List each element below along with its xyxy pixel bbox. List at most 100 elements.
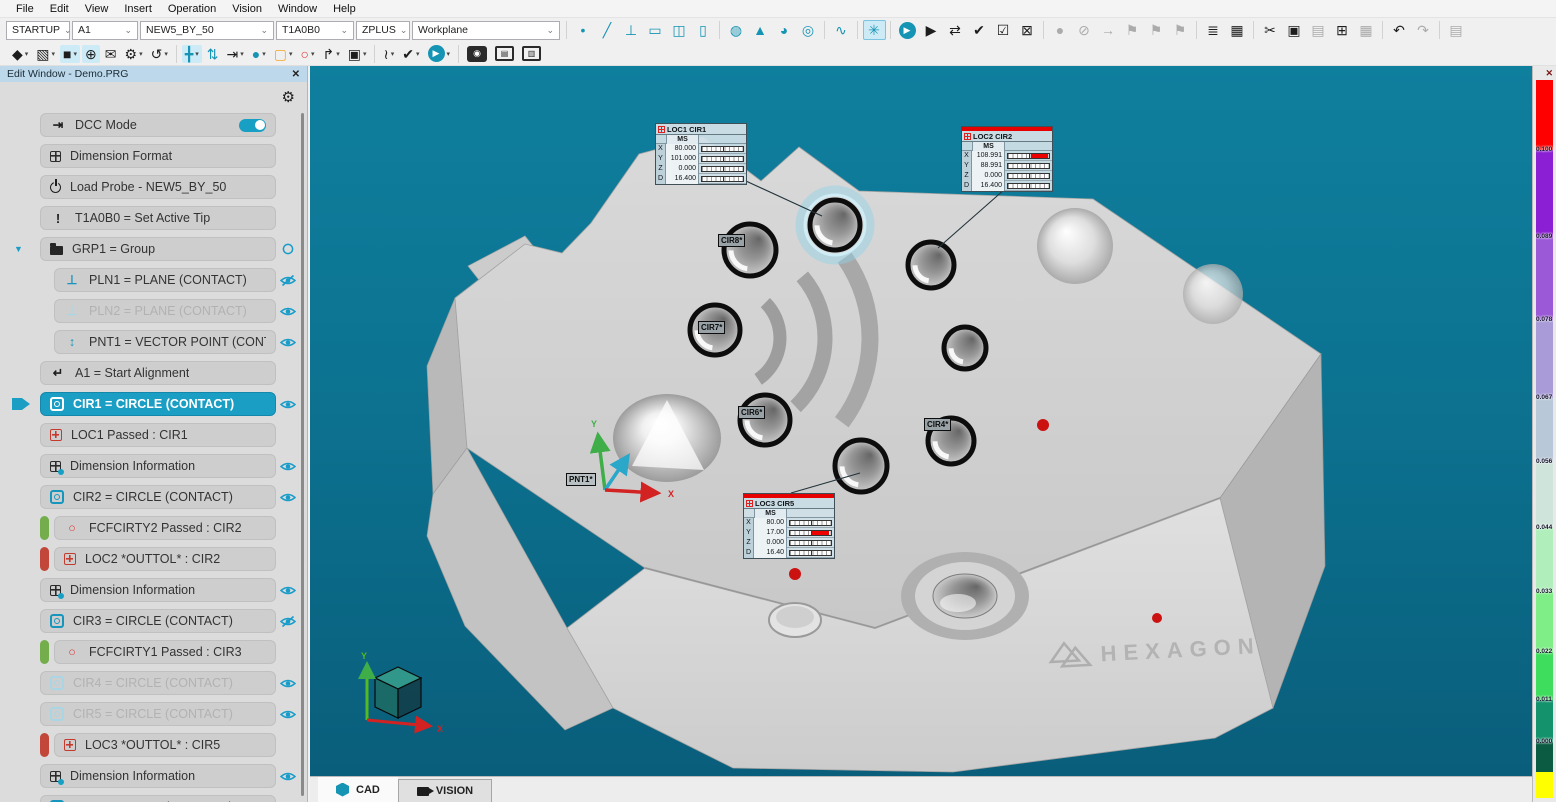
eye-icon[interactable] bbox=[276, 337, 300, 348]
rounded-slot-icon[interactable]: ▭ bbox=[644, 20, 667, 40]
command-pill[interactable]: ↵A1 = Start Alignment bbox=[40, 361, 276, 385]
sidebar-scrollbar[interactable] bbox=[301, 113, 304, 796]
execute-icon[interactable]: ▶ bbox=[896, 20, 919, 40]
measurement-label-loc2[interactable]: LOC2 CIR2MSX108.991Y88.991Z0.000D16.400 bbox=[961, 126, 1053, 192]
paste-special-icon[interactable]: ⊞ bbox=[1331, 20, 1354, 40]
sphere-feature-icon[interactable]: ◕ bbox=[773, 20, 796, 40]
command-pill[interactable]: ⇥DCC Mode bbox=[40, 113, 276, 137]
eye-icon[interactable] bbox=[276, 585, 300, 596]
measured-hole-8[interactable] bbox=[835, 440, 887, 492]
eye-icon[interactable] bbox=[276, 771, 300, 782]
close-icon[interactable]: ✕ bbox=[292, 69, 300, 80]
command-pill[interactable]: LOC1 Passed : CIR1 bbox=[40, 423, 276, 447]
cylinder-icon[interactable]: ◍ bbox=[725, 20, 748, 40]
circle-zone-icon[interactable]: ○▾ bbox=[298, 45, 318, 63]
confirm-icon[interactable]: ✔▾ bbox=[399, 45, 422, 63]
command-pill[interactable]: ⊥PLN1 = PLANE (CONTACT) bbox=[54, 268, 276, 292]
redo-icon[interactable]: ↷ bbox=[1412, 20, 1435, 40]
torus-icon[interactable]: ◎ bbox=[797, 20, 820, 40]
eye-icon[interactable] bbox=[276, 306, 300, 317]
copy-icon[interactable]: ▣ bbox=[1283, 20, 1306, 40]
execute-play-icon[interactable]: ▶▾ bbox=[425, 43, 454, 64]
report-check-icon[interactable]: ☑ bbox=[992, 20, 1015, 40]
feature-tag-cir6[interactable]: CIR6* bbox=[738, 406, 765, 419]
comment-icon[interactable]: ✉ bbox=[102, 45, 120, 63]
feature-tag-cir4[interactable]: CIR4* bbox=[924, 418, 951, 431]
command-pill[interactable]: !T1A0B0 = Set Active Tip bbox=[40, 206, 276, 230]
eye-icon[interactable] bbox=[276, 709, 300, 720]
eye-icon[interactable] bbox=[276, 461, 300, 472]
pan-icon[interactable]: ⊕ bbox=[82, 45, 100, 63]
probe-mode-icon[interactable]: ◆▾ bbox=[9, 45, 31, 63]
orientation-cube[interactable]: Y X bbox=[361, 651, 443, 734]
workplane-label-dropdown[interactable]: Workplane⌄ bbox=[412, 21, 560, 40]
menu-item-help[interactable]: Help bbox=[325, 2, 364, 16]
command-pill[interactable]: Load Probe - NEW5_BY_50 bbox=[40, 175, 276, 199]
probe-file-dropdown[interactable]: NEW5_BY_50⌄ bbox=[140, 21, 274, 40]
eye-icon[interactable] bbox=[276, 678, 300, 689]
cut-icon[interactable]: ✂ bbox=[1259, 20, 1282, 40]
command-pill[interactable]: CIR4 = CIRCLE (CONTACT) bbox=[40, 671, 276, 695]
graph-icon[interactable]: ↱▾ bbox=[319, 45, 342, 63]
command-pill[interactable]: Dimension Information bbox=[40, 578, 276, 602]
probe-axes-icon[interactable]: ⇅ bbox=[204, 45, 222, 63]
snapshot-icon[interactable]: ◉ bbox=[464, 44, 490, 64]
notch-icon[interactable]: ▯ bbox=[692, 20, 715, 40]
measured-hole-5[interactable] bbox=[944, 327, 986, 369]
plane-feature-icon[interactable]: ⊥ bbox=[620, 20, 643, 40]
menu-item-operation[interactable]: Operation bbox=[160, 2, 224, 16]
execute-from-icon[interactable]: ▶ bbox=[920, 20, 943, 40]
measured-hole-6[interactable] bbox=[740, 395, 790, 445]
active-tip-dropdown[interactable]: T1A0B0⌄ bbox=[276, 21, 354, 40]
command-pill[interactable]: Dimension Format bbox=[40, 144, 276, 168]
menu-item-window[interactable]: Window bbox=[270, 2, 325, 16]
skip-icon[interactable]: ⊘ bbox=[1073, 20, 1096, 40]
square-slot-icon[interactable]: ◫ bbox=[668, 20, 691, 40]
shaded-view-icon[interactable]: ■▾ bbox=[60, 45, 80, 63]
command-pill[interactable]: CIR3 = CIRCLE (CONTACT) bbox=[40, 609, 276, 633]
goto-icon[interactable]: → bbox=[1097, 20, 1120, 40]
feature-tag-pnt1[interactable]: PNT1* bbox=[566, 473, 596, 486]
measurement-label-loc1[interactable]: LOC1 CIR1MSX80.000Y101.000Z0.000D16.400 bbox=[655, 123, 747, 185]
measured-hole-1[interactable] bbox=[724, 224, 776, 276]
eye-icon[interactable] bbox=[276, 492, 300, 503]
measured-hole-3[interactable] bbox=[908, 242, 954, 288]
rotate-view-icon[interactable]: ↺▾ bbox=[148, 45, 171, 63]
workplane-value-dropdown[interactable]: ZPLUS⌄ bbox=[356, 21, 410, 40]
graph-window-icon[interactable]: ▥ bbox=[519, 44, 544, 63]
dcc-toggle-switch[interactable] bbox=[239, 119, 266, 132]
command-pill[interactable]: CIR5 = CIRCLE (CONTACT) bbox=[40, 702, 276, 726]
copy-window-icon[interactable]: ▣▾ bbox=[345, 45, 370, 63]
command-pill[interactable]: CIR1 = CIRCLE (CONTACT) bbox=[40, 392, 276, 416]
menu-item-vision[interactable]: Vision bbox=[224, 2, 270, 16]
menu-item-edit[interactable]: Edit bbox=[42, 2, 77, 16]
command-pill[interactable]: LOC2 *OUTTOL* : CIR2 bbox=[54, 547, 276, 571]
command-pill[interactable]: Dimension Information bbox=[40, 454, 276, 478]
translate-icon[interactable]: ╋▾ bbox=[182, 45, 202, 63]
undo-icon[interactable]: ↶ bbox=[1388, 20, 1411, 40]
measurement-label-loc3[interactable]: LOC3 CIR5MSX80.00Y17.00Z0.000D16.40 bbox=[743, 493, 835, 559]
command-pill[interactable]: Dimension Information bbox=[40, 764, 276, 788]
box-zone-icon[interactable]: ▢▾ bbox=[271, 45, 296, 63]
eye-off-icon[interactable] bbox=[276, 275, 300, 286]
feature-tag-cir7[interactable]: CIR7* bbox=[698, 321, 725, 334]
paste-icon[interactable]: ▤ bbox=[1307, 20, 1330, 40]
bookmark-icon[interactable]: ⚑ bbox=[1121, 20, 1144, 40]
tab-cad[interactable]: CAD bbox=[318, 777, 398, 802]
curve-icon[interactable]: ∿ bbox=[830, 20, 853, 40]
active-alignment-dropdown[interactable]: A1⌄ bbox=[72, 21, 138, 40]
eye-off-icon[interactable] bbox=[276, 616, 300, 627]
pattern-icon[interactable]: ▦ bbox=[1355, 20, 1378, 40]
alignment-preset-dropdown[interactable]: STARTUP⌄ bbox=[6, 21, 70, 40]
command-pill[interactable]: LOC3 *OUTTOL* : CIR5 bbox=[54, 733, 276, 757]
expand-caret-icon[interactable]: ▼ bbox=[14, 244, 23, 254]
wireframe-view-icon[interactable]: ▧▾ bbox=[33, 45, 58, 63]
point-feature-icon[interactable]: • bbox=[572, 20, 595, 40]
stop-icon[interactable]: ● bbox=[1049, 20, 1072, 40]
settings-gears-icon[interactable]: ⚙▾ bbox=[122, 45, 146, 63]
tab-vision[interactable]: VISION bbox=[398, 779, 492, 802]
sphere-view-icon[interactable]: ●▾ bbox=[249, 45, 269, 63]
report-cancel-icon[interactable]: ⊠ bbox=[1016, 20, 1039, 40]
close-icon[interactable]: ✕ bbox=[1545, 68, 1553, 79]
command-pill[interactable]: CIR2 = CIRCLE (CONTACT) bbox=[40, 485, 276, 509]
